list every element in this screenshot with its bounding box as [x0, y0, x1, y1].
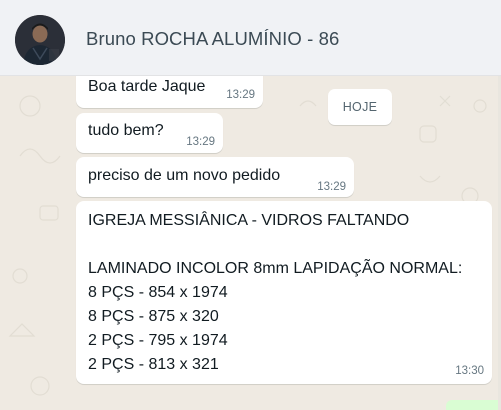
chat-panel[interactable]: Boa tarde Jaque 13:29 HOJE tudo bem? 13:… — [0, 76, 501, 410]
message-line: 8 PÇS - 854 x 1974 — [88, 284, 228, 301]
message-text: preciso de um novo pedido — [88, 167, 281, 184]
message-text-block: IGREJA MESSIÂNICA - VIDROS FALTANDO LAMI… — [88, 209, 462, 377]
message-time: 13:29 — [186, 136, 215, 148]
contact-avatar[interactable] — [15, 15, 65, 65]
message-text: Boa tarde Jaque — [88, 78, 206, 95]
message-line: LAMINADO INCOLOR 8mm LAPIDAÇÃO NORMAL: — [88, 260, 463, 277]
message-line: 8 PÇS - 875 x 320 — [88, 308, 219, 325]
message-bubble[interactable]: Boa tarde Jaque 13:29 — [76, 76, 263, 108]
message-time: 13:29 — [317, 181, 346, 193]
message-bubble[interactable]: preciso de um novo pedido 13:29 — [76, 157, 354, 197]
outgoing-message-edge — [446, 400, 498, 410]
message-line: 2 PÇS - 795 x 1974 — [88, 332, 228, 349]
date-divider-badge: HOJE — [328, 89, 392, 125]
chat-header[interactable]: Bruno ROCHA ALUMÍNIO - 86 — [0, 0, 501, 76]
message-text: tudo bem? — [88, 122, 164, 139]
message-time: 13:30 — [455, 365, 484, 377]
message-line — [88, 233, 462, 257]
message-bubble[interactable]: IGREJA MESSIÂNICA - VIDROS FALTANDO LAMI… — [76, 201, 492, 384]
message-line: IGREJA MESSIÂNICA - VIDROS FALTANDO — [88, 212, 410, 229]
message-line: 2 PÇS - 813 x 321 — [88, 356, 219, 373]
avatar-photo-icon — [15, 15, 65, 65]
contact-name[interactable]: Bruno ROCHA ALUMÍNIO - 86 — [86, 28, 339, 50]
message-time: 13:29 — [226, 89, 255, 101]
message-bubble[interactable]: tudo bem? 13:29 — [76, 113, 223, 153]
